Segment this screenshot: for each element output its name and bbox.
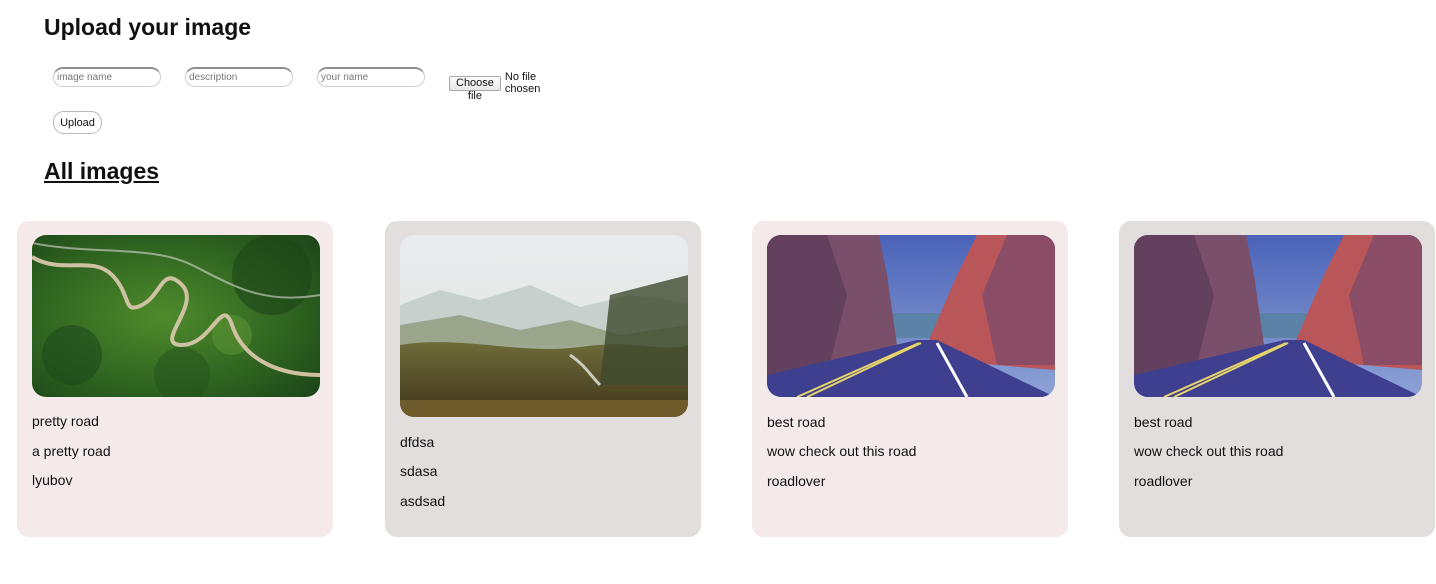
card-description: wow check out this road bbox=[767, 443, 917, 459]
username-input[interactable] bbox=[317, 67, 425, 87]
card-title: pretty road bbox=[32, 413, 99, 429]
card-username: lyubov bbox=[32, 472, 73, 488]
card-title: best road bbox=[1134, 414, 1193, 430]
card-description: wow check out this road bbox=[1134, 443, 1284, 459]
canyon-road-image bbox=[1134, 235, 1422, 397]
canyon-road-image bbox=[767, 235, 1055, 397]
image-card: dfdsa sdasa asdsad bbox=[385, 221, 701, 537]
card-username: roadlover bbox=[767, 473, 826, 489]
description-input[interactable] bbox=[185, 67, 293, 87]
image-card: best road wow check out this road roadlo… bbox=[752, 221, 1068, 537]
image-card: best road wow check out this road roadlo… bbox=[1119, 221, 1435, 537]
card-description: sdasa bbox=[400, 463, 438, 479]
page: Upload your image Choose file No file ch… bbox=[0, 0, 1436, 584]
upload-title: Upload your image bbox=[44, 14, 252, 40]
card-description: a pretty road bbox=[32, 443, 111, 459]
file-status: No file chosen bbox=[504, 71, 541, 95]
card-username: roadlover bbox=[1134, 473, 1193, 489]
file-picker: Choose file No file chosen bbox=[449, 71, 541, 102]
card-title: dfdsa bbox=[400, 434, 435, 450]
image-card: pretty road a pretty road lyubov bbox=[17, 221, 333, 537]
winding-forest-road-image bbox=[32, 235, 320, 397]
card-username: asdsad bbox=[400, 493, 446, 509]
misty-valley-image bbox=[400, 235, 688, 417]
upload-button[interactable]: Upload bbox=[53, 111, 102, 134]
choose-file-button[interactable]: Choose file bbox=[449, 75, 501, 102]
image-name-input[interactable] bbox=[53, 67, 161, 87]
all-images-title: All images bbox=[44, 158, 160, 184]
card-title: best road bbox=[767, 414, 826, 430]
